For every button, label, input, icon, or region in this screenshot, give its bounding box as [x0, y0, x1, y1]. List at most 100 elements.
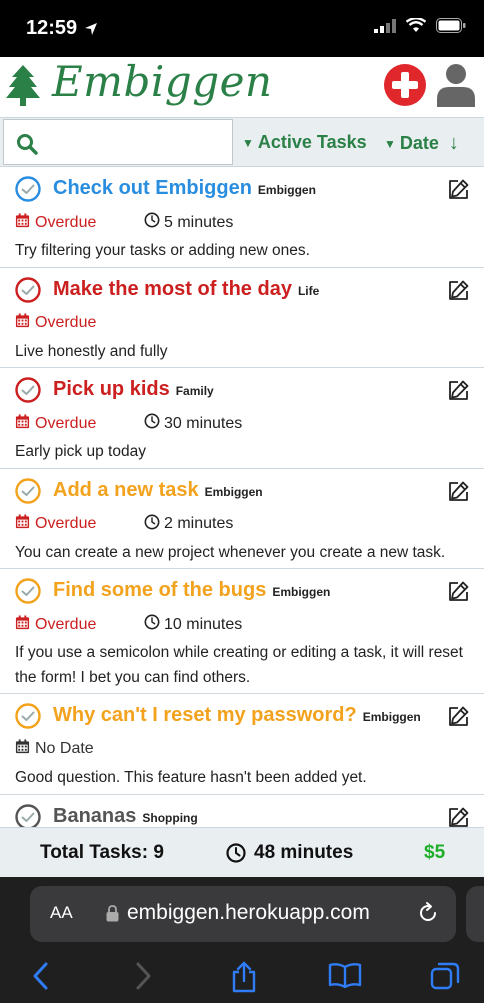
- task-duration: 5 minutes: [144, 212, 233, 233]
- task-list: Check out Embiggen Embiggen Overdue 5 minut…: [0, 167, 484, 827]
- edit-task-icon[interactable]: [447, 177, 471, 201]
- total-cost: $5: [424, 842, 446, 863]
- task-description: Live honestly and fully: [15, 342, 168, 360]
- next-tab-peek[interactable]: [466, 886, 484, 942]
- task-title[interactable]: Make the most of the day Life: [53, 278, 319, 301]
- bookmarks-icon[interactable]: [328, 961, 362, 989]
- task-due: Overdue: [15, 212, 144, 233]
- task-due-text: No Date: [35, 740, 94, 757]
- calendar-icon: [15, 514, 30, 534]
- pine-tree-logo-icon: [6, 65, 40, 106]
- task-row[interactable]: Bananas Shopping: [0, 794, 484, 828]
- forward-icon[interactable]: [132, 961, 154, 991]
- task-row[interactable]: Find some of the bugs Embiggen Overdue 10 m…: [0, 569, 484, 694]
- complete-task-checkbox-icon[interactable]: [15, 803, 41, 827]
- reload-icon[interactable]: [416, 901, 440, 925]
- sort-label: Date: [399, 133, 439, 153]
- task-title-text: Check out Embiggen: [53, 177, 252, 199]
- task-description: Early pick up today: [15, 443, 146, 460]
- task-duration: 2 minutes: [144, 514, 233, 535]
- app-logo-text[interactable]: Embiggen: [52, 57, 272, 106]
- task-duration-text: 5 minutes: [164, 213, 234, 231]
- task-filter-dropdown[interactable]: ▼ Active Tasks: [242, 132, 367, 153]
- lock-icon: [106, 905, 119, 922]
- task-due: Overdue: [15, 312, 144, 333]
- task-duration-text: 2 minutes: [164, 515, 234, 532]
- task-row[interactable]: Why can't I reset my password? Embiggen No…: [0, 694, 484, 795]
- edit-task-icon[interactable]: [447, 579, 471, 603]
- address-bar[interactable]: AA embiggen.herokuapp.com: [30, 886, 456, 942]
- calendar-icon: [15, 614, 30, 635]
- task-row[interactable]: Add a new task Embiggen Overdue 2 minutes Yo…: [0, 468, 484, 569]
- task-project-label: Family: [175, 384, 214, 398]
- add-task-button[interactable]: [384, 64, 426, 106]
- task-title[interactable]: Add a new task Embiggen: [53, 479, 263, 502]
- task-duration: 10 minutes: [144, 614, 242, 635]
- task-title[interactable]: Pick up kids Family: [53, 378, 214, 401]
- task-row[interactable]: Pick up kids Family Overdue 30 minutes Early…: [0, 368, 484, 469]
- task-toolbar: ▼ Active Tasks ▼ Date ↓: [0, 117, 484, 167]
- task-meta: Overdue 5 minutes: [15, 212, 233, 233]
- clock-icon: [226, 843, 246, 863]
- complete-task-checkbox-icon[interactable]: [15, 477, 41, 504]
- edit-task-icon[interactable]: [447, 378, 471, 402]
- clock-icon: [144, 413, 160, 434]
- task-due: No Date: [15, 739, 144, 759]
- task-row[interactable]: Make the most of the day Life Overdue Live …: [0, 267, 484, 368]
- reader-aa-button[interactable]: AA: [50, 903, 73, 923]
- task-title-text: Bananas: [53, 804, 137, 827]
- task-due: Overdue: [15, 413, 144, 434]
- task-duration: 30 minutes: [144, 413, 242, 434]
- complete-task-checkbox-icon[interactable]: [15, 176, 41, 202]
- edit-task-icon[interactable]: [447, 278, 471, 302]
- task-title-text: Find some of the bugs: [53, 579, 267, 601]
- status-indicators: [374, 18, 466, 33]
- task-row[interactable]: Check out Embiggen Embiggen Overdue 5 minut…: [0, 167, 484, 268]
- task-due-text: Overdue: [35, 213, 97, 231]
- task-meta: Overdue 30 minutes: [15, 413, 242, 434]
- task-description: Try filtering your tasks or adding new o…: [15, 242, 310, 259]
- task-title[interactable]: Why can't I reset my password? Embiggen: [53, 704, 421, 727]
- browser-chrome: AA embiggen.herokuapp.com: [0, 877, 484, 1003]
- edit-task-icon[interactable]: [447, 479, 471, 503]
- wifi-icon: [406, 18, 426, 32]
- url-text[interactable]: embiggen.herokuapp.com: [127, 901, 370, 925]
- user-avatar-icon[interactable]: [436, 63, 476, 107]
- task-title-text: Make the most of the day: [53, 277, 292, 300]
- sort-dropdown[interactable]: ▼ Date ↓: [384, 132, 459, 155]
- cellular-signal-icon: [374, 18, 396, 33]
- battery-icon: [436, 18, 466, 33]
- task-project-label: Shopping: [142, 810, 198, 825]
- task-description: If you use a semicolon while creating or…: [15, 644, 463, 686]
- clock-icon: [144, 614, 160, 635]
- task-duration-text: 10 minutes: [164, 615, 243, 633]
- complete-task-checkbox-icon[interactable]: [15, 703, 41, 729]
- task-duration-text: 30 minutes: [164, 414, 243, 432]
- search-icon: [17, 134, 38, 155]
- total-tasks: Total Tasks: 9: [40, 842, 164, 863]
- sort-direction-icon[interactable]: ↓: [449, 132, 459, 155]
- back-icon[interactable]: [30, 961, 52, 991]
- complete-task-checkbox-icon[interactable]: [15, 377, 41, 403]
- total-time-value: 48 minutes: [254, 842, 354, 863]
- task-title[interactable]: Bananas Shopping: [53, 805, 198, 828]
- task-due-text: Overdue: [35, 414, 97, 432]
- caret-down-icon: ▼: [242, 135, 254, 150]
- task-title[interactable]: Check out Embiggen Embiggen: [53, 177, 316, 200]
- task-due-text: Overdue: [35, 615, 97, 633]
- complete-task-checkbox-icon[interactable]: [15, 276, 41, 303]
- share-icon[interactable]: [230, 961, 258, 993]
- task-due: Overdue: [15, 614, 144, 635]
- clock-icon: [144, 514, 160, 535]
- search-input[interactable]: [3, 119, 233, 165]
- task-project-label: Embiggen: [272, 585, 331, 599]
- complete-task-checkbox-icon[interactable]: [15, 578, 41, 604]
- calendar-icon: [15, 212, 30, 233]
- tabs-icon[interactable]: [430, 961, 460, 991]
- edit-task-icon[interactable]: [447, 805, 471, 828]
- task-title[interactable]: Find some of the bugs Embiggen: [53, 579, 330, 602]
- app-header: Embiggen: [0, 57, 484, 117]
- task-project-label: Life: [297, 283, 320, 298]
- task-project-label: Embiggen: [204, 484, 263, 499]
- edit-task-icon[interactable]: [447, 704, 471, 728]
